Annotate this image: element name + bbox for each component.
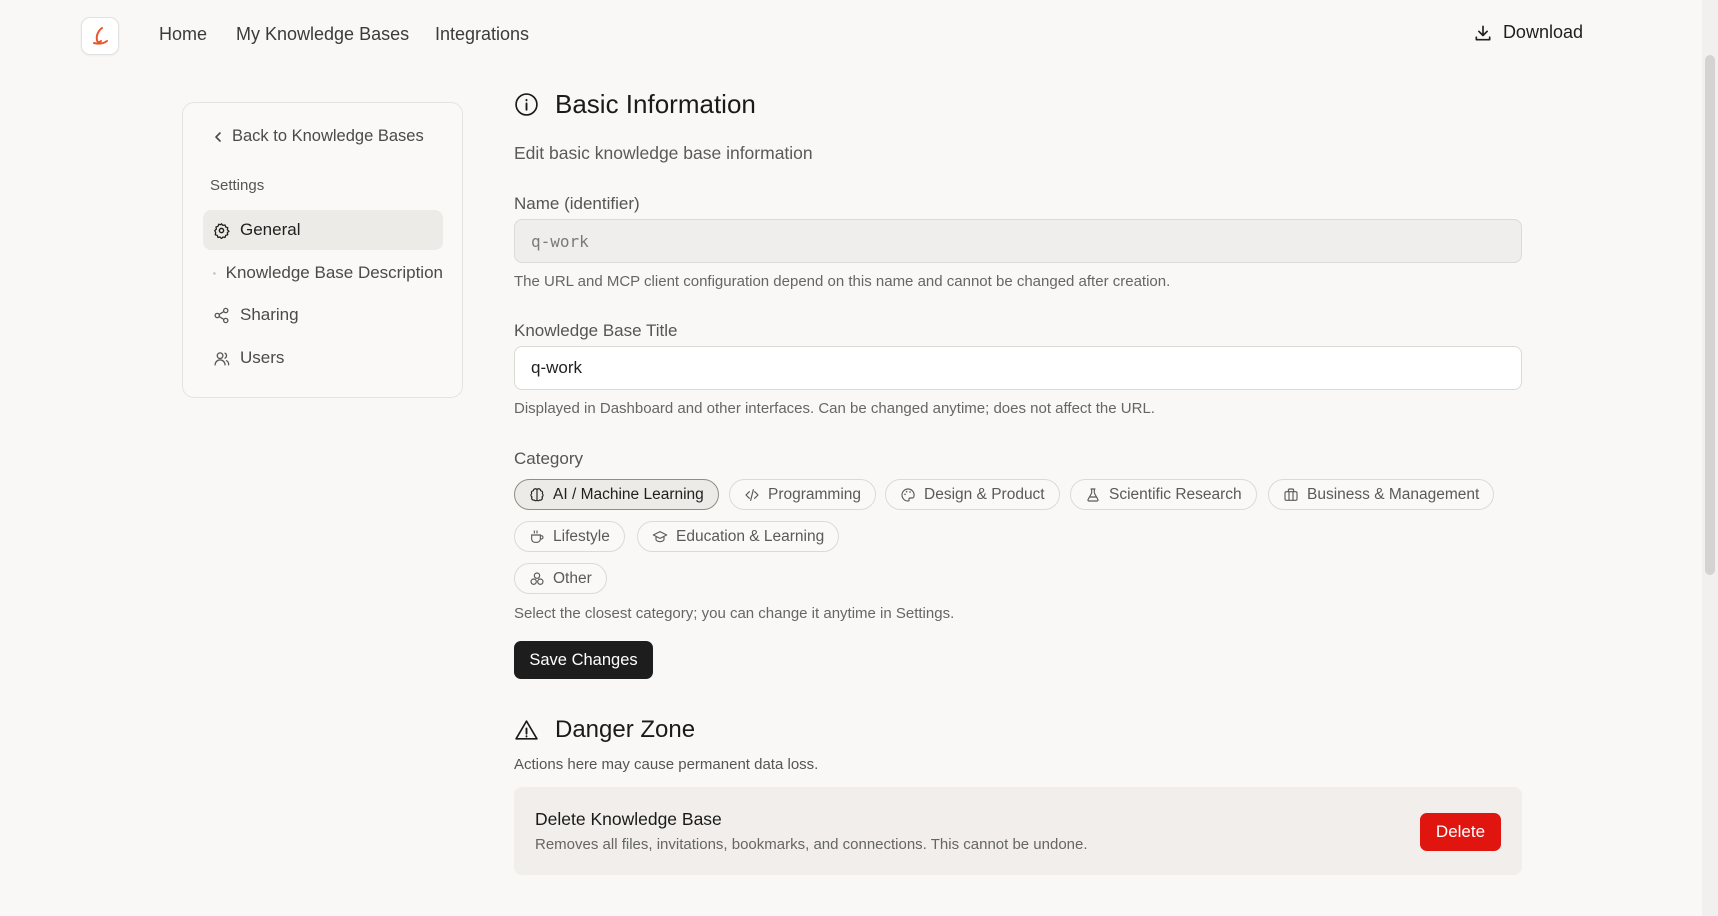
sidebar-item-description[interactable]: Knowledge Base Description: [203, 253, 443, 293]
settings-section-label: Settings: [210, 177, 265, 194]
nav-home[interactable]: Home: [159, 24, 207, 45]
coffee-icon: [531, 529, 544, 543]
category-chip-ai[interactable]: AI / Machine Learning: [514, 479, 719, 510]
title-label: Knowledge Base Title: [514, 321, 678, 340]
nav-integrations[interactable]: Integrations: [435, 24, 529, 45]
share-icon: [214, 307, 229, 323]
save-changes-button[interactable]: Save Changes: [514, 641, 653, 679]
back-label: Back to Knowledge Bases: [232, 127, 424, 145]
palette-icon: [901, 487, 915, 502]
top-nav: Home My Knowledge Bases Integrations Dow…: [0, 0, 1700, 72]
category-chip-lifestyle[interactable]: Lifestyle: [514, 521, 625, 552]
chevron-left-icon: [215, 131, 221, 142]
category-help: Select the closest category; you can cha…: [514, 605, 955, 622]
chip-label: Scientific Research: [1109, 485, 1242, 503]
category-label: Category: [514, 449, 583, 468]
sidebar-item-label: Sharing: [240, 305, 299, 324]
chip-label: Programming: [768, 485, 862, 503]
download-label: Download: [1502, 22, 1583, 42]
category-chip-other[interactable]: Other: [514, 563, 607, 594]
danger-zone-header: Danger Zone: [514, 716, 695, 744]
chip-label: Lifestyle: [553, 527, 610, 545]
user-icon: [214, 351, 230, 366]
logo-icon: [93, 27, 108, 45]
app-logo[interactable]: [81, 17, 119, 55]
name-label: Name (identifier): [514, 194, 640, 213]
basic-info-subtitle: Edit basic knowledge base information: [514, 143, 813, 163]
danger-zone-subtitle: Actions here may cause permanent data lo…: [514, 756, 819, 773]
name-help: The URL and MCP client configuration dep…: [514, 273, 1171, 290]
chip-label: Other: [553, 569, 592, 587]
sidebar-item-label: Users: [240, 348, 285, 367]
title-help: Displayed in Dashboard and other interfa…: [514, 400, 1155, 417]
scrollbar-thumb[interactable]: [1705, 55, 1715, 575]
danger-zone-title: Danger Zone: [555, 716, 696, 743]
sidebar-item-label: General: [240, 220, 301, 239]
delete-kb-description: Removes all files, invitations, bookmark…: [535, 836, 1088, 853]
chip-label: Business & Management: [1307, 485, 1480, 503]
basic-info-header: Basic Information: [514, 89, 756, 120]
briefcase-icon: [1284, 487, 1298, 501]
category-chip-education[interactable]: Education & Learning: [637, 521, 840, 552]
shapes-icon: [530, 571, 544, 585]
flask-icon: [1087, 487, 1099, 502]
basic-info-title: Basic Information: [555, 89, 756, 119]
chip-label: AI / Machine Learning: [553, 485, 704, 503]
sidebar-item-sharing[interactable]: Sharing: [203, 295, 443, 335]
info-icon: [515, 93, 538, 116]
download-button[interactable]: Download: [1473, 22, 1583, 43]
graduation-cap-icon: [652, 530, 668, 542]
nav-my-knowledge-bases[interactable]: My Knowledge Bases: [236, 24, 409, 45]
chip-label: Design & Product: [924, 485, 1045, 503]
code-icon: [745, 488, 759, 501]
scrollbar-track[interactable]: [1702, 0, 1718, 916]
category-chip-business[interactable]: Business & Management: [1268, 479, 1495, 510]
back-to-knowledge-bases-link[interactable]: Back to Knowledge Bases: [212, 127, 424, 146]
chip-label: Education & Learning: [676, 527, 825, 545]
sidebar-item-general[interactable]: General: [203, 210, 443, 250]
delete-kb-title: Delete Knowledge Base: [535, 809, 722, 829]
delete-kb-card: Delete Knowledge Base Removes all files,…: [514, 787, 1522, 875]
brain-icon: [530, 487, 544, 501]
title-input[interactable]: q-work: [514, 346, 1522, 390]
warning-icon: [515, 719, 538, 740]
category-chip-science[interactable]: Scientific Research: [1070, 479, 1257, 510]
download-icon: [1475, 25, 1491, 41]
delete-button[interactable]: Delete: [1420, 813, 1501, 851]
sidebar-item-label: Knowledge Base Description: [225, 263, 443, 282]
gear-icon: [214, 222, 230, 239]
category-chip-design[interactable]: Design & Product: [885, 479, 1060, 510]
settings-sidebar: Back to Knowledge Bases Settings General…: [182, 102, 463, 398]
sidebar-item-users[interactable]: Users: [203, 338, 443, 378]
book-icon: [213, 272, 216, 274]
name-input: q-work: [514, 219, 1522, 263]
category-chip-programming[interactable]: Programming: [729, 479, 877, 510]
